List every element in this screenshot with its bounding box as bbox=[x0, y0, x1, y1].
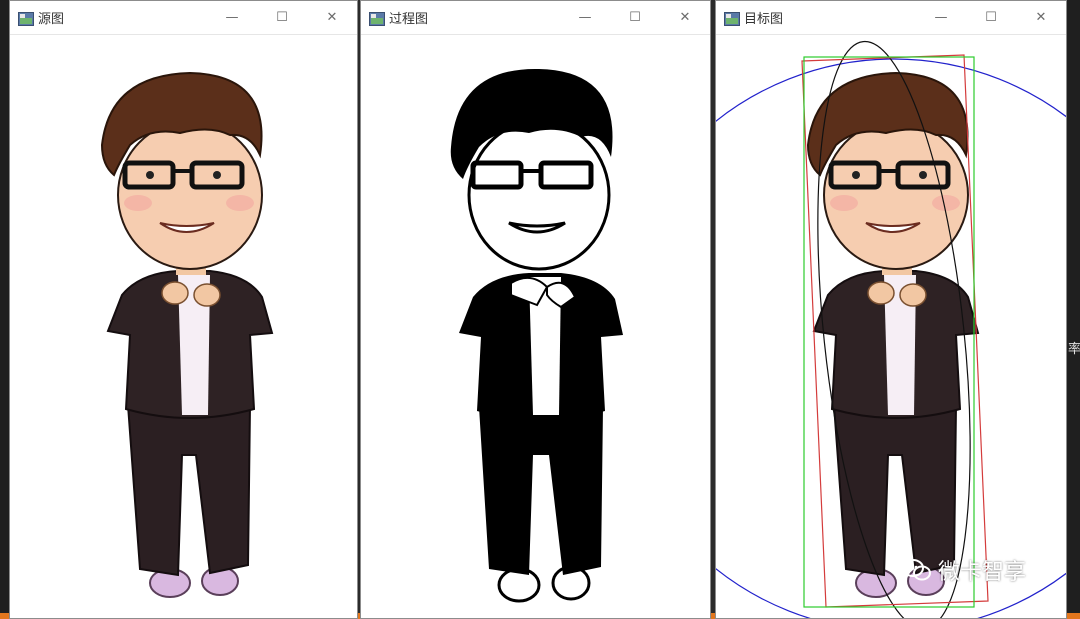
cartoon-man-with-shapes bbox=[716, 40, 1066, 618]
window-process-image[interactable]: 过程图 — ☐ ✕ bbox=[360, 0, 711, 619]
watermark: 微卡智享 bbox=[901, 554, 1026, 586]
maximize-button[interactable]: ☐ bbox=[610, 1, 660, 35]
cartoon-man-color bbox=[100, 71, 274, 598]
cartoon-man-binary bbox=[450, 68, 623, 603]
edge-text: 率 bbox=[1068, 342, 1080, 357]
minimize-button[interactable]: — bbox=[207, 1, 257, 35]
app-icon bbox=[724, 11, 740, 26]
image-canvas bbox=[361, 35, 710, 618]
maximize-button[interactable]: ☐ bbox=[257, 1, 307, 35]
window-source-image[interactable]: 源图 — ☐ ✕ bbox=[9, 0, 358, 619]
close-button[interactable]: ✕ bbox=[307, 1, 357, 35]
window-target-image[interactable]: 目标图 — ☐ ✕ 微卡智享 bbox=[715, 0, 1067, 619]
minimize-button[interactable]: — bbox=[560, 1, 610, 35]
desktop-background-right bbox=[1066, 0, 1080, 619]
wechat-icon bbox=[901, 558, 932, 582]
window-title: 目标图 bbox=[744, 12, 784, 27]
desktop-background-left bbox=[0, 0, 9, 619]
window-title: 过程图 bbox=[389, 12, 429, 27]
app-icon bbox=[369, 11, 385, 26]
image-canvas: 微卡智享 bbox=[716, 35, 1066, 618]
app-icon bbox=[18, 11, 34, 26]
watermark-text: 微卡智享 bbox=[937, 560, 1026, 585]
titlebar[interactable]: 源图 — ☐ ✕ bbox=[10, 1, 357, 35]
maximize-button[interactable]: ☐ bbox=[966, 1, 1016, 35]
close-button[interactable]: ✕ bbox=[660, 1, 710, 35]
minimize-button[interactable]: — bbox=[916, 1, 966, 35]
window-title: 源图 bbox=[38, 12, 65, 27]
titlebar[interactable]: 过程图 — ☐ ✕ bbox=[361, 1, 710, 35]
close-button[interactable]: ✕ bbox=[1016, 1, 1066, 35]
titlebar[interactable]: 目标图 — ☐ ✕ bbox=[716, 1, 1066, 35]
image-canvas bbox=[10, 35, 357, 618]
